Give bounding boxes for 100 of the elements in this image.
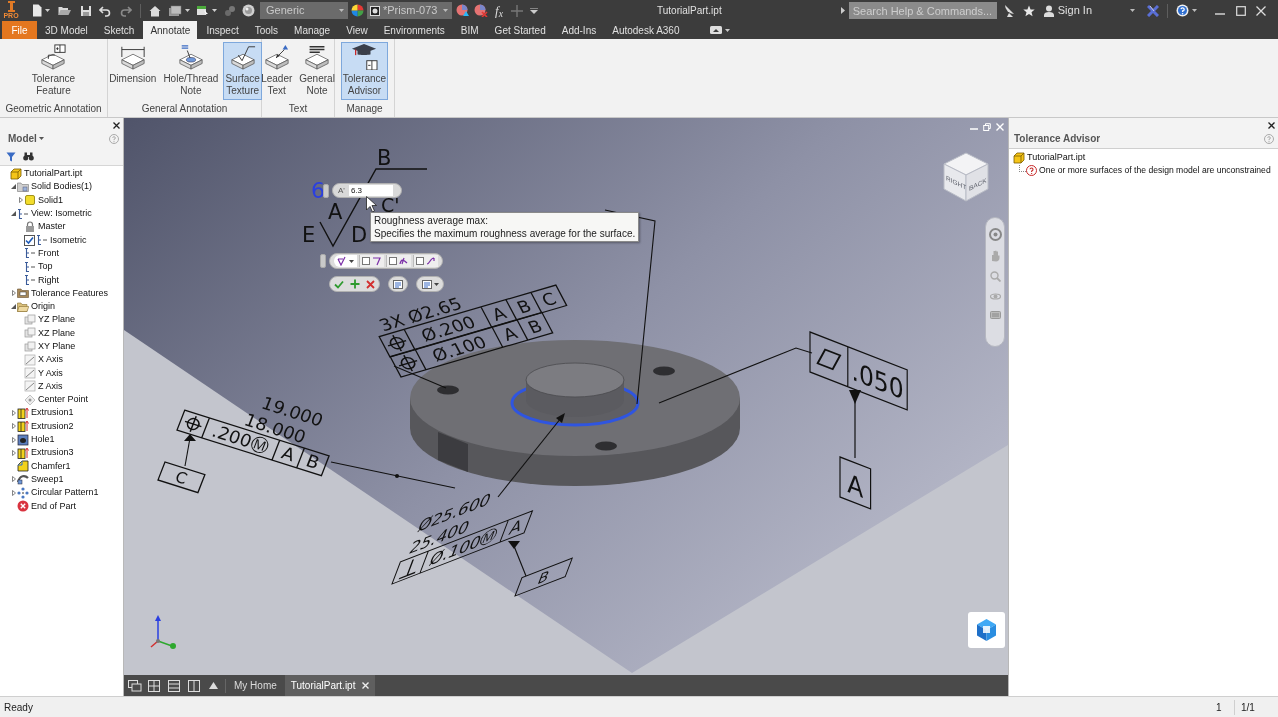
help-icon[interactable] [1176, 4, 1189, 17]
expander-icon[interactable] [11, 410, 16, 416]
tree-item[interactable]: Z Axis [38, 379, 63, 393]
tree-item[interactable]: XZ Plane [38, 326, 76, 340]
tree-item[interactable]: TutorialPart.ipt [24, 167, 83, 181]
list-dropdown-button[interactable] [416, 276, 444, 292]
sphere-icon[interactable] [242, 4, 255, 17]
ribbon-button[interactable]: Dimension [107, 42, 159, 100]
vertical-split-icon[interactable] [188, 679, 200, 692]
symbol-option-icon[interactable] [426, 256, 436, 266]
tree-item[interactable]: Chamfer1 [31, 459, 71, 473]
checkbox[interactable] [389, 257, 397, 265]
expander-icon[interactable] [11, 423, 16, 430]
checkbox[interactable] [362, 257, 370, 265]
undo-icon[interactable] [99, 4, 111, 17]
ribbon-tab[interactable]: Environments [376, 21, 452, 39]
toolbar-handle[interactable] [320, 254, 326, 268]
ribbon-tab[interactable]: 3D Model [38, 21, 95, 39]
tree-item[interactable]: Origin [31, 300, 55, 314]
customize-caret-icon[interactable] [529, 7, 538, 14]
box-icon[interactable] [196, 4, 209, 17]
document-tab[interactable]: My Home [228, 675, 283, 696]
ribbon-button[interactable]: Tolerance Advisor [340, 42, 389, 100]
cancel-icon[interactable] [366, 279, 375, 289]
tree-item[interactable]: Front [38, 246, 59, 260]
save-icon[interactable] [80, 4, 92, 17]
expander-icon[interactable] [11, 476, 16, 483]
steering-wheel-icon[interactable] [988, 228, 1002, 241]
home-icon[interactable] [149, 4, 161, 17]
checkbox[interactable] [416, 257, 424, 265]
checkbox[interactable] [24, 234, 35, 246]
ribbon-tab[interactable]: Add-Ins [554, 21, 604, 39]
expander-icon[interactable] [11, 211, 16, 217]
plus-icon[interactable] [350, 279, 360, 289]
tree-item[interactable]: Extrusion1 [31, 406, 74, 420]
tree-item[interactable]: X Axis [38, 353, 63, 367]
ribbon-tab[interactable]: Tools [247, 21, 286, 39]
restore-icon[interactable] [983, 123, 991, 131]
x-logo-icon[interactable] [1147, 4, 1159, 17]
ribbon-button[interactable]: Tolerance Feature [29, 42, 78, 100]
tree-item[interactable]: Tolerance Features [31, 286, 109, 300]
ribbon-button[interactable]: Hole/Thread Note [161, 42, 221, 100]
ribbon-tab[interactable]: Inspect [199, 21, 246, 39]
tree-item[interactable]: End of Part [31, 499, 77, 513]
circles-icon[interactable] [224, 4, 236, 17]
caret-icon[interactable] [1130, 9, 1135, 12]
redo-icon[interactable] [120, 4, 132, 17]
maximize-icon[interactable] [1236, 5, 1246, 16]
tree-item[interactable]: Hole1 [31, 433, 55, 447]
expander-icon[interactable] [18, 197, 23, 204]
ribbon-tab[interactable]: Annotate [143, 21, 198, 39]
symbol-type-dropdown[interactable] [334, 255, 357, 267]
ribbon-tab[interactable]: View [339, 21, 375, 39]
triangle-up-icon[interactable] [209, 682, 218, 689]
filter-icon[interactable] [6, 151, 16, 162]
tree-item[interactable]: View: Isometric [31, 207, 92, 221]
app-logo-icon[interactable] [7, 1, 15, 12]
document-stack-icon[interactable] [168, 4, 182, 17]
ribbon-tab[interactable]: Manage [287, 21, 338, 39]
expander-icon[interactable] [11, 436, 16, 443]
tree-item[interactable]: Extrusion3 [31, 446, 74, 460]
check-icon[interactable] [334, 279, 344, 289]
tree-item[interactable]: Isometric [50, 233, 87, 247]
color-clear-icon[interactable] [474, 4, 488, 17]
tree-item[interactable]: Circular Pattern1 [31, 486, 99, 500]
roughness-field[interactable]: 6.3 [348, 185, 393, 196]
tree-item[interactable]: XY Plane [38, 340, 76, 353]
tree-item[interactable]: Solid Bodies(1) [31, 180, 93, 194]
close-icon[interactable] [113, 121, 120, 129]
browser-menu[interactable]: Model [8, 131, 44, 146]
parameters-button[interactable]: f$_{x}$ [495, 4, 503, 17]
ribbon-button[interactable]: General Note [297, 42, 337, 100]
tree-item[interactable]: One or more surfaces of the design model are unconstrained [1039, 164, 1271, 177]
tree-item[interactable]: Solid1 [38, 193, 64, 207]
cube-app-icon[interactable] [968, 612, 1005, 648]
ribbon-tab[interactable]: Sketch [96, 21, 142, 39]
caret-icon[interactable] [1192, 9, 1197, 12]
new-document-icon[interactable] [31, 4, 43, 17]
tree-item[interactable]: Y Axis [38, 366, 63, 380]
satellite-dish-icon[interactable] [1003, 4, 1016, 17]
tree-item[interactable]: Right [38, 273, 59, 287]
star-icon[interactable] [1022, 4, 1035, 17]
binoculars-icon[interactable] [23, 152, 34, 161]
tree-item[interactable]: YZ Plane [38, 313, 76, 327]
ribbon-tab[interactable]: BIM [453, 21, 486, 39]
tree-item[interactable]: Master [38, 220, 66, 234]
horizontal-split-icon[interactable] [168, 679, 180, 692]
color-adjust-icon[interactable] [456, 4, 470, 17]
cascade-windows-icon[interactable] [128, 679, 142, 692]
ribbon-tab[interactable]: Autodesk A360 [605, 21, 687, 39]
toolbar-handle[interactable] [323, 183, 329, 198]
ribbon-button[interactable]: Leader Text [259, 42, 295, 100]
tree-item[interactable]: Center Point [38, 393, 89, 407]
expander-icon[interactable] [11, 290, 16, 297]
tile-windows-icon[interactable] [148, 679, 160, 692]
document-tab[interactable]: TutorialPart.ipt [284, 675, 376, 696]
tree-item[interactable]: TutorialPart.ipt [1027, 150, 1086, 165]
tree-item[interactable]: Extrusion2 [31, 419, 74, 433]
panel-toggle-icon[interactable] [709, 26, 722, 34]
open-folder-icon[interactable] [58, 5, 71, 16]
